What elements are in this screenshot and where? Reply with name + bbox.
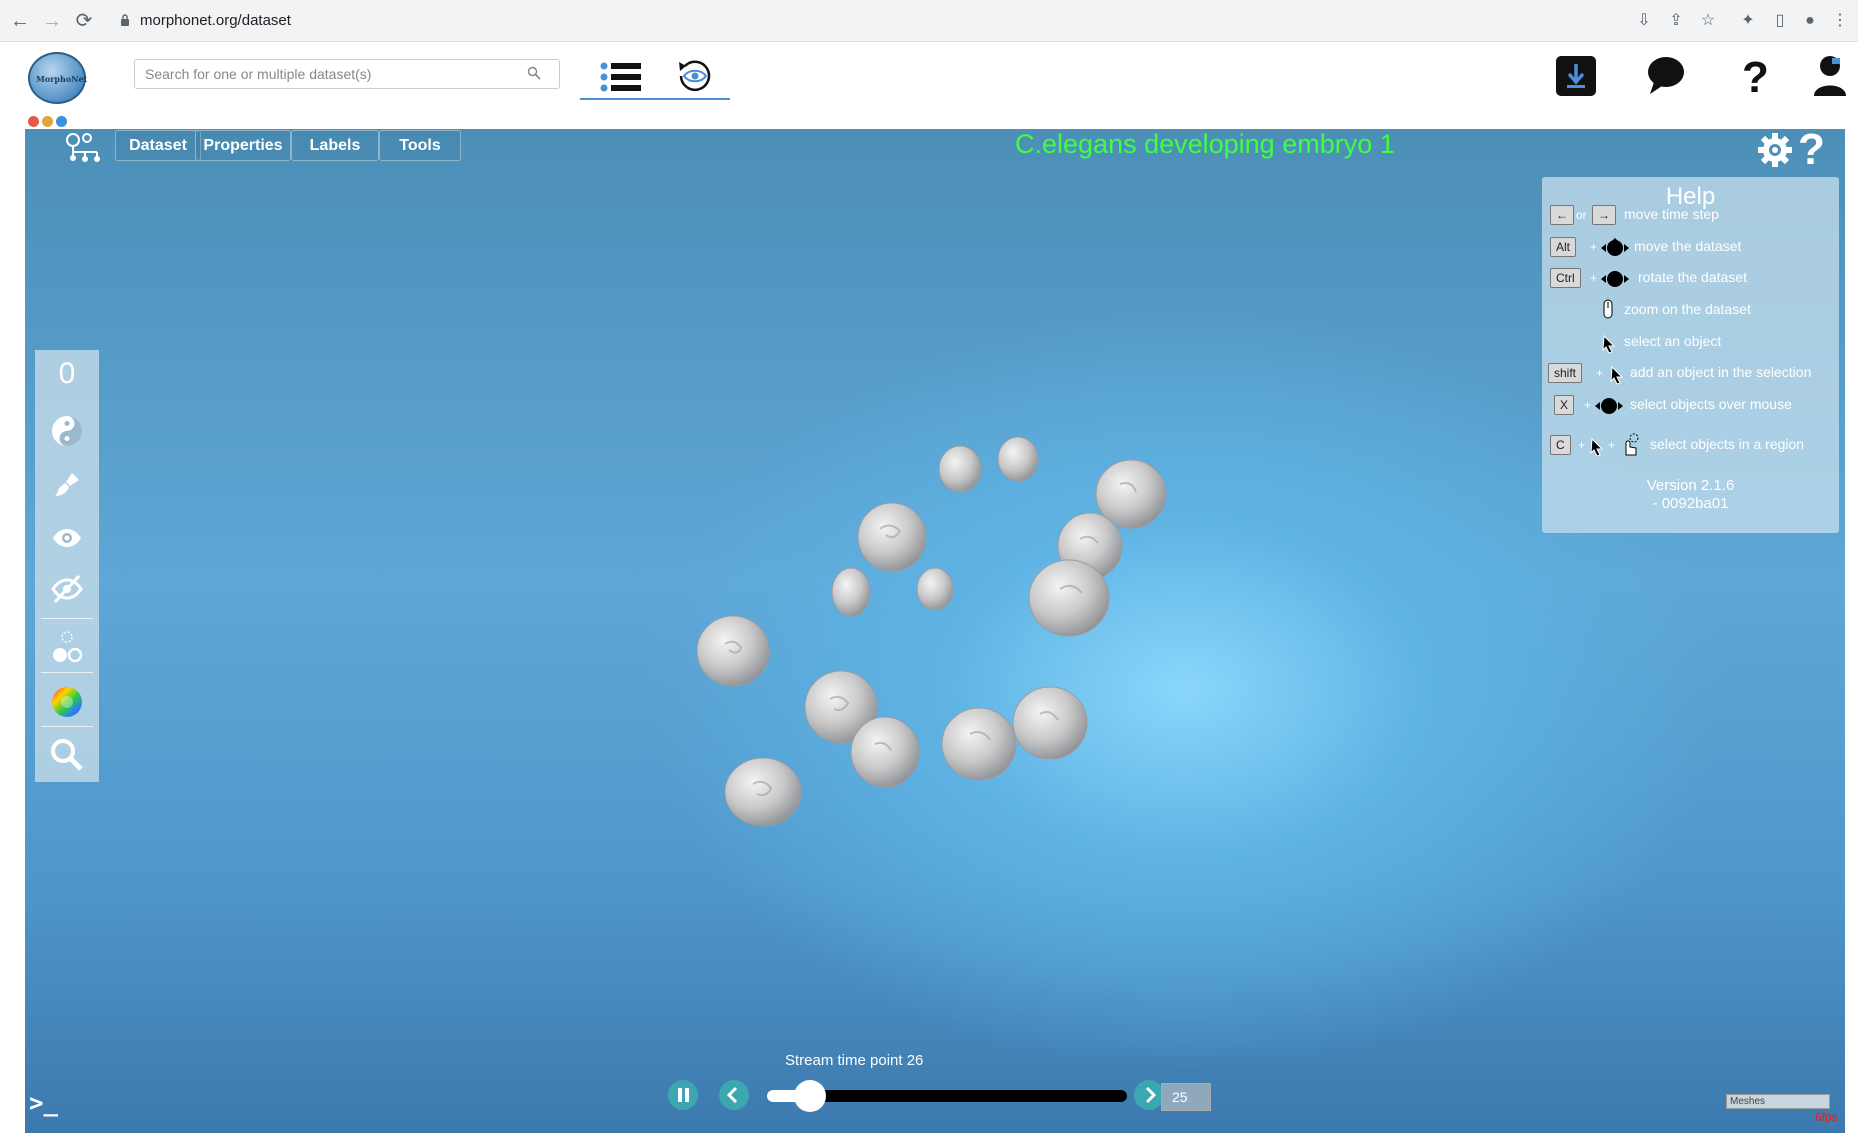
help-desc: zoom on the dataset xyxy=(1624,301,1751,317)
cell[interactable] xyxy=(696,615,770,687)
plus-sign: + xyxy=(1590,271,1598,285)
download-icon[interactable] xyxy=(1556,54,1600,98)
help-panel: Help ← or → move time step Alt + move th… xyxy=(1542,177,1839,533)
tab-viewer[interactable] xyxy=(580,54,730,100)
address-bar[interactable] xyxy=(108,6,1638,36)
help-desc: select an object xyxy=(1624,333,1722,349)
help-desc: move the dataset xyxy=(1634,238,1742,254)
lock-icon xyxy=(121,14,129,26)
cursor-click-icon xyxy=(1602,334,1616,354)
scroll-hand-icon xyxy=(1603,299,1613,319)
chat-icon[interactable] xyxy=(1646,54,1690,98)
help-row: Alt + move the dataset xyxy=(1548,235,1836,261)
key-alt: Alt xyxy=(1550,237,1577,257)
back-icon[interactable]: ← xyxy=(8,9,32,33)
plus-sign: + xyxy=(1590,240,1598,254)
cell[interactable] xyxy=(724,757,802,827)
time-slider-thumb[interactable] xyxy=(794,1080,827,1112)
bookmark-star-icon[interactable]: ☆ xyxy=(1698,11,1718,31)
key-right-arrow: → xyxy=(1592,205,1616,225)
maximize-icon[interactable] xyxy=(56,116,67,127)
previous-timepoint-button[interactable] xyxy=(719,1080,749,1110)
key-shift: shift xyxy=(1548,363,1583,383)
dataset-search-box xyxy=(134,59,560,89)
next-timepoint-button[interactable] xyxy=(1134,1080,1164,1110)
key-ctrl: Ctrl xyxy=(1550,268,1581,288)
help-row: shift + add an object in the selection xyxy=(1548,361,1836,387)
key-c: C xyxy=(1550,435,1571,455)
reload-icon[interactable]: ⟳ xyxy=(72,9,96,33)
plus-sign: + xyxy=(1578,438,1586,452)
meshes-progress-bar: Meshes xyxy=(1726,1094,1830,1109)
profile-icon[interactable]: ● xyxy=(1800,11,1820,31)
rotate-arrows-icon xyxy=(1601,271,1629,287)
extensions-icon[interactable]: ✦ xyxy=(1738,11,1758,31)
share-icon[interactable]: ⇪ xyxy=(1666,11,1686,31)
plus-sign: + xyxy=(1584,398,1592,412)
timepoint-input[interactable]: 25 xyxy=(1161,1083,1211,1111)
cursor-click-icon xyxy=(1610,365,1624,385)
cell[interactable] xyxy=(941,707,1017,781)
version-info: Version 2.1.6 - 0092ba01 xyxy=(1542,477,1839,513)
version-number: Version 2.1.6 xyxy=(1646,477,1735,494)
cell[interactable] xyxy=(916,567,954,611)
help-row: select an object xyxy=(1548,330,1836,356)
help-row: X + select objects over mouse xyxy=(1548,393,1836,419)
dataset-search-input[interactable] xyxy=(135,60,525,88)
close-icon[interactable] xyxy=(28,116,39,127)
help-desc: move time step xyxy=(1624,206,1719,222)
cell[interactable] xyxy=(831,567,871,617)
version-hash: - 0092ba01 xyxy=(1652,495,1729,512)
forward-icon[interactable]: → xyxy=(40,9,64,33)
help-icon[interactable]: ? xyxy=(1734,54,1778,98)
url-text: morphonet.org/dataset xyxy=(140,12,291,29)
help-row: C + + select objects in a region xyxy=(1548,433,1836,459)
plus-sign: + xyxy=(1608,438,1616,452)
cell[interactable] xyxy=(938,445,982,493)
help-row: ← or → move time step xyxy=(1548,203,1836,229)
svg-text:?: ? xyxy=(1742,54,1769,98)
move-arrows-icon xyxy=(1601,238,1629,256)
chevron-right-icon xyxy=(1145,1086,1157,1104)
help-row: zoom on the dataset xyxy=(1548,298,1836,324)
3d-viewer[interactable]: Dataset Properties Labels Tools C.elegan… xyxy=(25,129,1845,1133)
user-icon[interactable] xyxy=(1812,54,1856,98)
pause-button[interactable] xyxy=(668,1080,698,1110)
cell[interactable] xyxy=(1012,686,1088,760)
stream-time-label: Stream time point 26 xyxy=(785,1052,924,1069)
browser-menu-icon[interactable]: ⋮ xyxy=(1830,11,1850,31)
lasso-hand-icon xyxy=(1625,433,1639,456)
rotate-eye-icon xyxy=(679,60,711,92)
browser-toolbar: ← → ⟳ morphonet.org/dataset ⇩ ⇪ ☆ ✦ ▯ ● … xyxy=(0,0,1858,42)
search-icon[interactable] xyxy=(527,66,541,80)
cell[interactable] xyxy=(850,716,920,788)
logo-text: MorphoNet xyxy=(36,74,88,84)
move-arrows-icon xyxy=(1595,398,1623,414)
help-desc: select objects in a region xyxy=(1650,436,1805,452)
help-desc: select objects over mouse xyxy=(1630,396,1792,412)
cell[interactable] xyxy=(997,436,1039,482)
help-desc: rotate the dataset xyxy=(1638,269,1747,285)
pause-icon xyxy=(678,1088,689,1102)
fps-counter: 6fps xyxy=(1815,1110,1838,1124)
install-icon[interactable]: ⇩ xyxy=(1634,11,1654,31)
morphonet-logo[interactable]: MorphoNet xyxy=(28,52,88,104)
console-icon[interactable]: >_ xyxy=(29,1089,58,1117)
plus-sign: + xyxy=(1596,366,1604,380)
chevron-left-icon xyxy=(726,1086,738,1104)
key-x: X xyxy=(1554,395,1575,415)
minimize-icon[interactable] xyxy=(42,116,53,127)
cell[interactable] xyxy=(1028,559,1110,637)
key-left-arrow: ← xyxy=(1550,205,1574,225)
sidepanel-icon[interactable]: ▯ xyxy=(1770,11,1790,31)
cursor-click-icon xyxy=(1590,437,1604,457)
help-desc: add an object in the selection xyxy=(1630,364,1812,380)
help-or: or xyxy=(1576,208,1587,222)
time-slider[interactable] xyxy=(767,1080,1127,1112)
help-row: Ctrl + rotate the dataset xyxy=(1548,266,1836,292)
